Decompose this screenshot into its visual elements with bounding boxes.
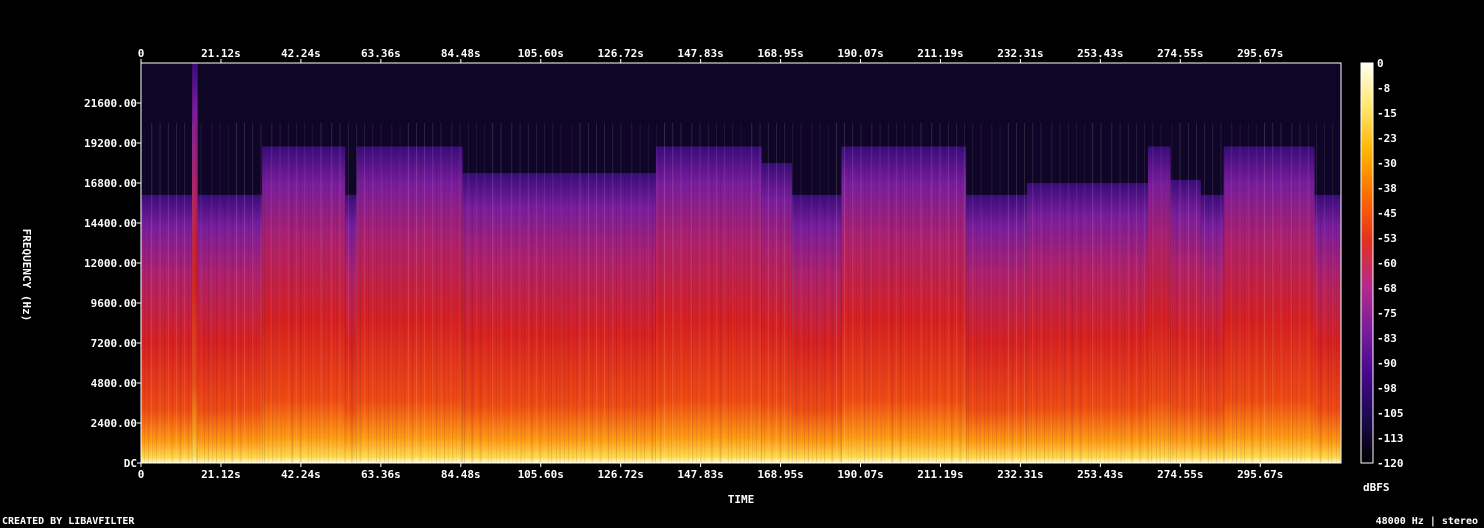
colorbar-tick-label: -98 bbox=[1377, 382, 1397, 395]
spectrum-band bbox=[1314, 194, 1341, 463]
y-tick-label: 14400.00 bbox=[84, 217, 137, 230]
x-tick-label-bottom: 105.60s bbox=[518, 468, 564, 481]
spectrogram-chart: 0 21.12s 42.24s 63.36s 84.48s 105.60s 126.72s 1… bbox=[20, 47, 1404, 506]
x-tick-label-bottom: 253.43s bbox=[1077, 468, 1123, 481]
y-tick-label: 16800.00 bbox=[84, 177, 137, 190]
y-axis-label: FREQUENCY (Hz) bbox=[20, 229, 33, 322]
y-tick-label: 4800.00 bbox=[91, 377, 137, 390]
x-tick-label-top: 84.48s bbox=[441, 47, 481, 60]
colorbar-tick-label: -23 bbox=[1377, 132, 1397, 145]
y-tick-label: 12000.00 bbox=[84, 257, 137, 270]
x-tick-label-top: 253.43s bbox=[1077, 47, 1123, 60]
y-tick-label: 7200.00 bbox=[91, 337, 137, 350]
x-tick-label-bottom: 190.07s bbox=[837, 468, 883, 481]
spectrum-tail bbox=[761, 63, 793, 163]
spectrum-band bbox=[1147, 146, 1171, 464]
x-tick-label-top: 295.67s bbox=[1237, 47, 1283, 60]
x-tick-label-top: 232.31s bbox=[997, 47, 1043, 60]
y-tick-label: DC bbox=[124, 457, 137, 470]
x-tick-label-top: 21.12s bbox=[201, 47, 241, 60]
spectrum-tail bbox=[1314, 63, 1341, 195]
colorbar-tick-label: -53 bbox=[1377, 232, 1397, 245]
spectrum-tail bbox=[197, 63, 263, 195]
x-tick-label-top: 42.24s bbox=[281, 47, 321, 60]
x-ticks-bottom: 0 21.12s 42.24s 63.36s 84.48s 105.60s 126.72s 1… bbox=[138, 463, 1283, 481]
x-tick-label-bottom: 147.83s bbox=[677, 468, 723, 481]
colorbar-tick-label: -45 bbox=[1377, 207, 1397, 220]
x-tick-label-bottom: 63.36s bbox=[361, 468, 401, 481]
colorbar-tick-label: -68 bbox=[1377, 282, 1397, 295]
x-tick-label-bottom: 295.67s bbox=[1237, 468, 1283, 481]
colorbar-tick-label: -113 bbox=[1377, 432, 1404, 445]
colorbar-tick-label: -38 bbox=[1377, 182, 1397, 195]
spectrum-band bbox=[1026, 183, 1148, 463]
x-tick-label-bottom: 84.48s bbox=[441, 468, 481, 481]
x-tick-label-bottom: 21.12s bbox=[201, 468, 241, 481]
x-tick-label-bottom: 0 bbox=[138, 468, 145, 481]
y-tick-label: 19200.00 bbox=[84, 137, 137, 150]
footer-audio-info: 48000 Hz | stereo bbox=[1375, 516, 1478, 527]
y-ticks: DC 2400.00 4800.00 7200.00 9600.00 12000.00 14… bbox=[84, 97, 141, 470]
x-tick-label-bottom: 168.95s bbox=[757, 468, 803, 481]
colorbar-ticks: 0 -8 -15 -23 -30 -38 -45 -53 -60 -68 -75 -83 -90 -98 -… bbox=[1377, 57, 1404, 470]
x-tick-label-top: 274.55s bbox=[1157, 47, 1203, 60]
y-tick-label: 21600.00 bbox=[84, 97, 137, 110]
footer-credit: CREATED BY LIBAVFILTER bbox=[2, 516, 135, 527]
spectrum-tail bbox=[345, 63, 357, 195]
spectrum-band bbox=[197, 194, 263, 463]
x-tick-label-top: 0 bbox=[138, 47, 145, 60]
spectrum-band bbox=[761, 163, 793, 463]
spectrogram-plot bbox=[140, 63, 1341, 464]
x-axis-label: TIME bbox=[728, 493, 755, 506]
colorbar-tick-label: -60 bbox=[1377, 257, 1397, 270]
x-tick-label-top: 105.60s bbox=[518, 47, 564, 60]
colorbar-tick-label: -90 bbox=[1377, 357, 1397, 370]
spectrum-tail bbox=[1147, 63, 1171, 147]
colorbar-tick-label: -120 bbox=[1377, 457, 1404, 470]
x-tick-label-bottom: 126.72s bbox=[598, 468, 644, 481]
spectrum-band bbox=[345, 194, 357, 463]
x-tick-label-bottom: 211.19s bbox=[917, 468, 963, 481]
spectrum-tail bbox=[1026, 63, 1148, 183]
x-ticks-top: 0 21.12s 42.24s 63.36s 84.48s 105.60s 126.72s 1… bbox=[138, 47, 1283, 63]
x-tick-label-bottom: 274.55s bbox=[1157, 468, 1203, 481]
x-tick-label-top: 63.36s bbox=[361, 47, 401, 60]
colorbar-tick-label: -8 bbox=[1377, 82, 1390, 95]
y-tick-label: 2400.00 bbox=[91, 417, 137, 430]
colorbar-tick-label: 0 bbox=[1377, 57, 1384, 70]
colorbar bbox=[1360, 62, 1374, 464]
x-tick-label-top: 126.72s bbox=[598, 47, 644, 60]
colorbar-tick-label: -75 bbox=[1377, 307, 1397, 320]
y-tick-label: 9600.00 bbox=[91, 297, 137, 310]
x-tick-label-bottom: 42.24s bbox=[281, 468, 321, 481]
colorbar-tick-label: -15 bbox=[1377, 107, 1397, 120]
x-tick-label-top: 190.07s bbox=[837, 47, 883, 60]
colorbar-tick-label: -30 bbox=[1377, 157, 1397, 170]
x-tick-label-bottom: 232.31s bbox=[997, 468, 1043, 481]
colorbar-tick-label: -105 bbox=[1377, 407, 1404, 420]
colorbar-tick-label: -83 bbox=[1377, 332, 1397, 345]
x-tick-label-top: 211.19s bbox=[917, 47, 963, 60]
colorbar-label: dBFS bbox=[1363, 481, 1390, 494]
x-tick-label-top: 147.83s bbox=[677, 47, 723, 60]
x-tick-label-top: 168.95s bbox=[757, 47, 803, 60]
